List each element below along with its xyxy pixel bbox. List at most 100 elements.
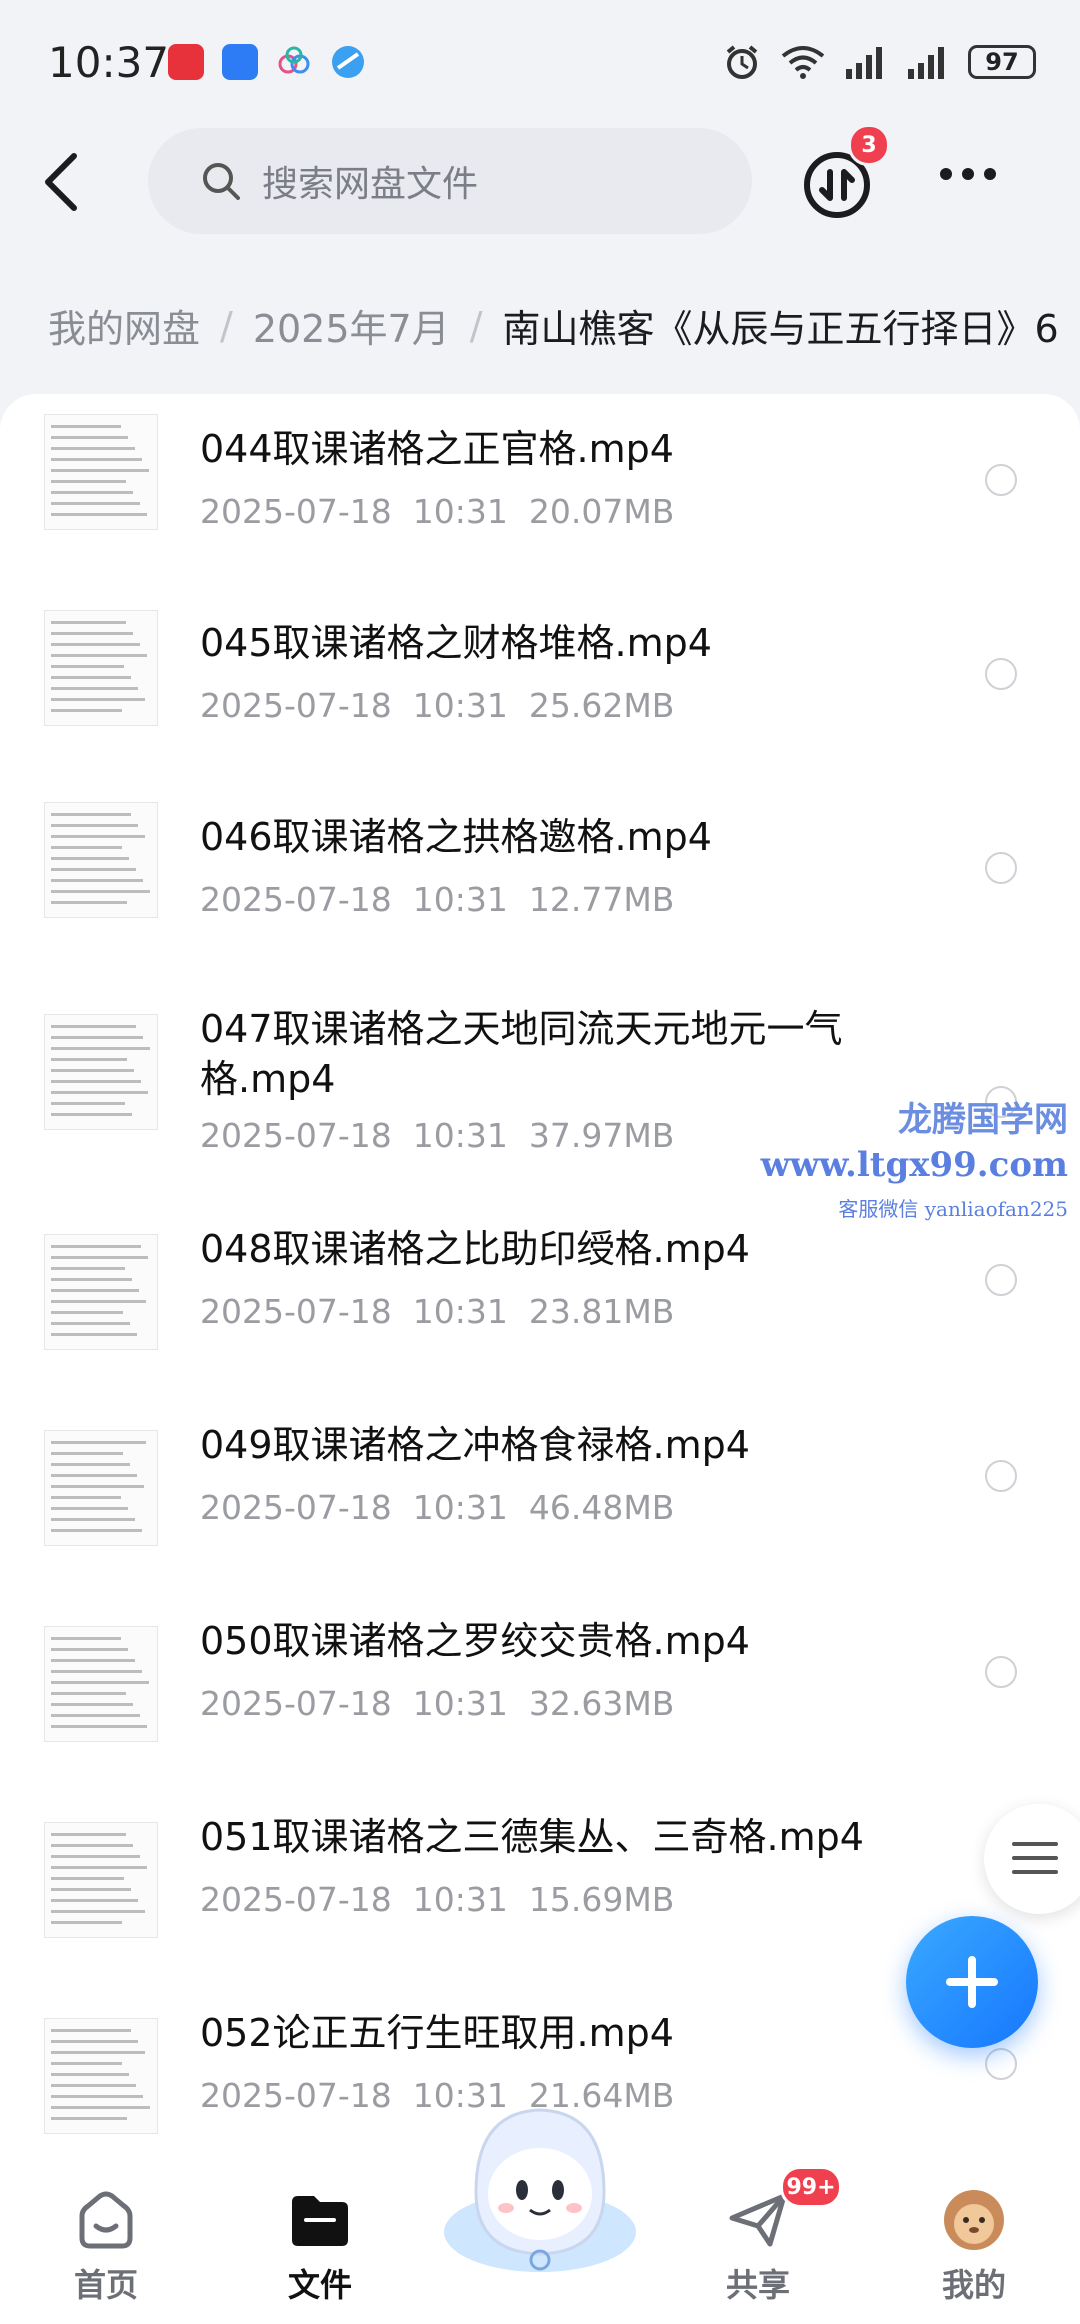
- file-meta: 2025-07-18 10:31 25.62MB: [200, 686, 675, 725]
- thumbnail-text-line: [51, 436, 128, 439]
- file-meta: 2025-07-18 10:31 37.97MB: [200, 1116, 675, 1155]
- thumbnail-text-line: [51, 491, 133, 494]
- thumbnail-text-line: [51, 1441, 146, 1444]
- thumbnail-text-line: [51, 502, 140, 505]
- status-bar: 10:37 97: [0, 0, 1080, 120]
- thumbnail-text-line: [51, 2051, 145, 2054]
- thumbnail-text-line: [51, 1333, 137, 1336]
- file-row[interactable]: 044取课诸格之正官格.mp4 2025-07-18 10:31 20.07MB: [0, 396, 1080, 592]
- file-name: 051取课诸格之三德集丛、三奇格.mp4: [200, 1815, 864, 1859]
- thumbnail-text-line: [51, 1833, 126, 1836]
- file-meta: 2025-07-18 10:31 20.07MB: [200, 492, 675, 531]
- file-row[interactable]: 046取课诸格之拱格邀格.mp4 2025-07-18 10:31 12.77M…: [0, 788, 1080, 984]
- thumbnail-text-line: [51, 698, 145, 701]
- thumbnail-text-line: [51, 1058, 127, 1061]
- more-options-button[interactable]: [940, 168, 996, 180]
- thumbnail-text-line: [51, 824, 138, 827]
- status-time: 10:37: [48, 38, 170, 87]
- thumbnail-text-line: [51, 632, 133, 635]
- breadcrumb-separator: /: [220, 303, 233, 348]
- nav-home[interactable]: 首页: [36, 2188, 176, 2306]
- select-radio[interactable]: [985, 2048, 1017, 2080]
- file-meta: 2025-07-18 10:31 23.81MB: [200, 1292, 675, 1331]
- thumbnail-text-line: [51, 469, 149, 472]
- thumbnail-text-line: [51, 1855, 140, 1858]
- mascot-assistant-button[interactable]: [436, 2082, 644, 2282]
- thumbnail-text-line: [51, 425, 121, 428]
- select-radio[interactable]: [985, 1656, 1017, 1688]
- thumbnail-text-line: [51, 1703, 133, 1706]
- cloud-app-icon: [276, 44, 312, 80]
- file-thumbnail: [44, 2018, 158, 2134]
- thumbnail-text-line: [51, 458, 142, 461]
- nav-home-label: 首页: [73, 2266, 138, 2304]
- thumbnail-text-line: [51, 1474, 137, 1477]
- file-thumbnail: [44, 610, 158, 726]
- thumbnail-text-line: [51, 1899, 138, 1902]
- transfer-badge: 3: [848, 124, 890, 166]
- battery-indicator: 97: [968, 45, 1036, 79]
- file-row[interactable]: 049取课诸格之冲格食禄格.mp4 2025-07-18 10:31 46.48…: [0, 1408, 1080, 1604]
- thumbnail-text-line: [51, 513, 147, 516]
- nav-mine[interactable]: 我的: [904, 2188, 1044, 2306]
- file-row[interactable]: 048取课诸格之比助印绶格.mp4 2025-07-18 10:31 23.81…: [0, 1212, 1080, 1408]
- nav-share-label: 共享: [725, 2266, 790, 2304]
- thumbnail-text-line: [51, 813, 131, 816]
- file-name: 045取课诸格之财格堆格.mp4: [200, 621, 712, 665]
- thumbnail-text-line: [51, 1507, 128, 1510]
- breadcrumb-item-month[interactable]: 2025年7月: [253, 298, 450, 353]
- watermark-contact: 客服微信 yanliaofan225: [838, 1197, 1068, 1221]
- file-row[interactable]: 045取课诸格之财格堆格.mp4 2025-07-18 10:31 25.62M…: [0, 592, 1080, 788]
- browser-app-icon: [330, 44, 366, 80]
- select-radio[interactable]: [985, 1460, 1017, 1492]
- thumbnail-text-line: [51, 1047, 150, 1050]
- thumbnail-text-line: [51, 1637, 121, 1640]
- thumbnail-text-line: [51, 1910, 145, 1913]
- thumbnail-text-line: [51, 846, 122, 849]
- thumbnail-text-line: [51, 1069, 134, 1072]
- thumbnail-text-line: [51, 835, 145, 838]
- file-thumbnail: [44, 1234, 158, 1350]
- file-name: 048取课诸格之比助印绶格.mp4: [200, 1227, 750, 1271]
- dot-icon: [940, 168, 952, 180]
- select-radio[interactable]: [985, 658, 1017, 690]
- thumbnail-text-line: [51, 1289, 139, 1292]
- file-thumbnail: [44, 1430, 158, 1546]
- select-radio[interactable]: [985, 1264, 1017, 1296]
- nav-files-label: 文件: [287, 2266, 352, 2304]
- folder-icon: [288, 2188, 352, 2252]
- search-input[interactable]: 搜索网盘文件: [148, 128, 752, 234]
- thumbnail-text-line: [51, 1485, 144, 1488]
- breadcrumb: 我的网盘 / 2025年7月 / 南山樵客《从辰与正五行择日》6: [48, 298, 1080, 353]
- back-button[interactable]: [38, 150, 88, 214]
- thumbnail-text-line: [51, 687, 138, 690]
- thumbnail-text-line: [51, 1036, 143, 1039]
- thumbnail-text-line: [51, 1245, 141, 1248]
- select-radio[interactable]: [985, 852, 1017, 884]
- watermark-title: 龙腾国学网: [898, 1100, 1068, 1140]
- chevron-left-icon: [45, 153, 77, 211]
- watermark-url: www.ltgx99.com: [760, 1145, 1068, 1185]
- breadcrumb-item-current: 南山樵客《从辰与正五行择日》6: [502, 307, 1059, 351]
- file-row[interactable]: 050取课诸格之罗绞交贵格.mp4 2025-07-18 10:31 32.63…: [0, 1604, 1080, 1800]
- thumbnail-text-line: [51, 1921, 122, 1924]
- thumbnail-text-line: [51, 1670, 142, 1673]
- avatar: [942, 2188, 1006, 2252]
- file-name: 044取课诸格之正官格.mp4: [200, 427, 674, 471]
- dot-icon: [962, 168, 974, 180]
- thumbnail-text-line: [51, 2117, 127, 2120]
- file-meta: 2025-07-18 10:31 32.63MB: [200, 1684, 675, 1723]
- search-icon: [203, 163, 240, 200]
- breadcrumb-item-root[interactable]: 我的网盘: [48, 298, 200, 353]
- thumbnail-text-line: [51, 480, 126, 483]
- thumbnail-text-line: [51, 2095, 143, 2098]
- home-icon: [74, 2188, 138, 2252]
- select-radio[interactable]: [985, 464, 1017, 496]
- nav-files[interactable]: 文件: [250, 2188, 390, 2306]
- file-meta: 2025-07-18 10:31 46.48MB: [200, 1488, 675, 1527]
- add-button[interactable]: [906, 1916, 1038, 2048]
- watermark: 龙腾国学网 www.ltgx99.com 客服微信 yanliaofan225: [761, 1092, 1068, 1222]
- thumbnail-text-line: [51, 2029, 131, 2032]
- thumbnail-text-line: [51, 1300, 146, 1303]
- thumbnail-text-line: [51, 1844, 133, 1847]
